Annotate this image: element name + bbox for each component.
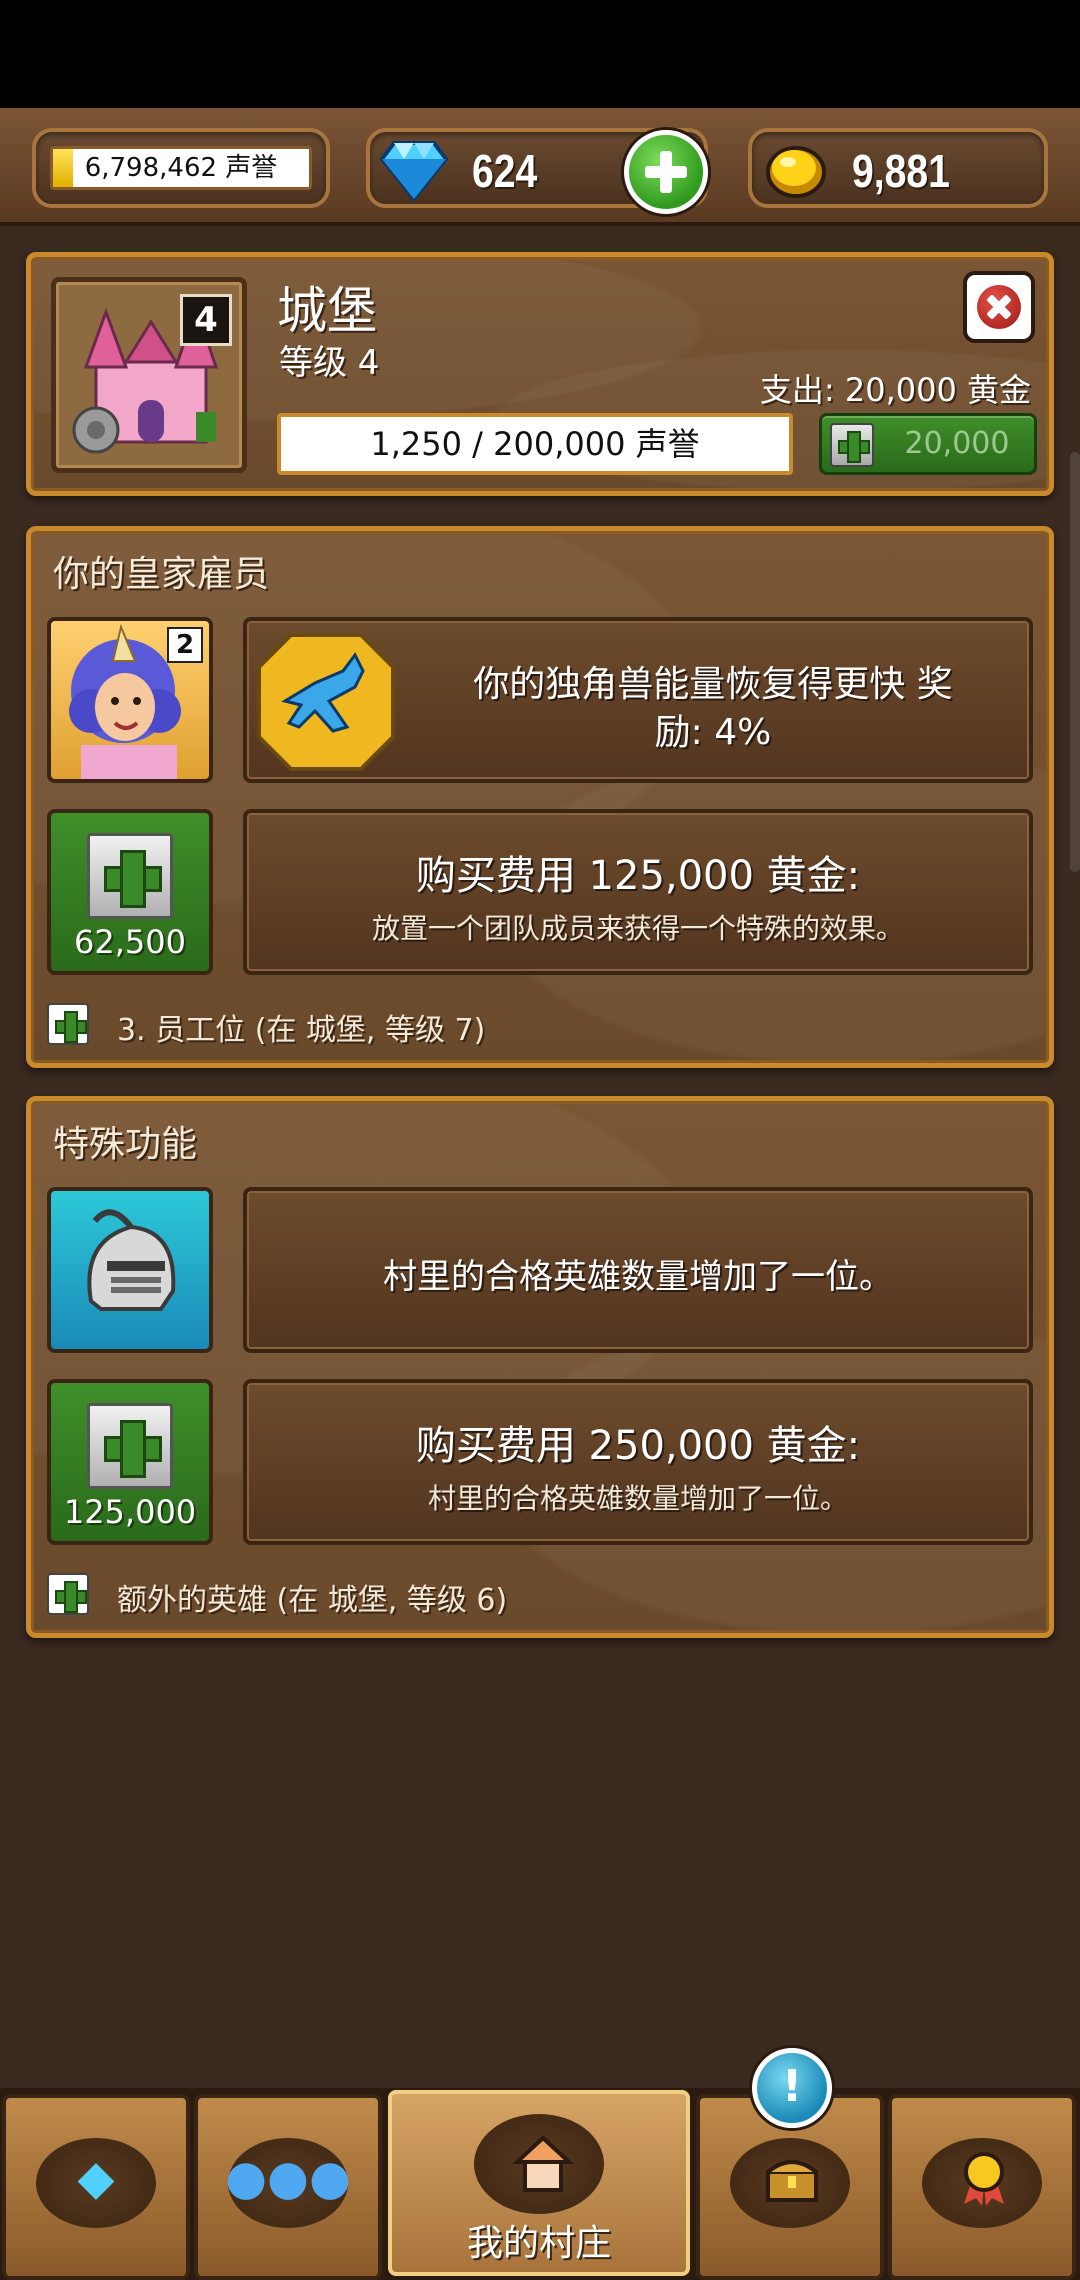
reputation-progress: 1,250 / 200,000 声誉 bbox=[277, 413, 793, 475]
gold-count: 9,881 bbox=[852, 145, 950, 197]
buy-gems-button[interactable] bbox=[624, 130, 708, 214]
bottom-nav: ◆ ●●● 我的村庄 bbox=[0, 2088, 1080, 2280]
gold-counter[interactable]: 9,881 bbox=[748, 128, 1048, 208]
staff-slot-hero[interactable]: 2 bbox=[47, 617, 213, 783]
staff-panel: 你的皇家雇员 2 你的独角兽能量恢复得更快 奖 励: 4% 62,500 购买费… bbox=[26, 526, 1054, 1068]
close-button[interactable] bbox=[963, 271, 1035, 343]
building-level: 等级 4 bbox=[279, 343, 380, 383]
buy-hero-desc: 村里的合格英雄数量增加了一位。 bbox=[427, 1482, 848, 1515]
reputation-meter: 6,798,462 声誉 bbox=[50, 146, 312, 190]
bonus-text-line2: 励: 4% bbox=[654, 712, 772, 753]
staff-footer-text: 3. 员工位 (在 城堡, 等级 7) bbox=[117, 1013, 486, 1048]
castle-thumbnail[interactable]: 4 bbox=[51, 277, 247, 473]
nav-label: 我的村庄 bbox=[466, 2223, 611, 2264]
nav-gems[interactable]: ◆ bbox=[2, 2094, 190, 2280]
notification-button[interactable]: ! bbox=[752, 2048, 832, 2128]
special-footer-text: 额外的英雄 (在 城堡, 等级 6) bbox=[117, 1583, 508, 1618]
extra-hero-price: 125,000 bbox=[63, 1493, 197, 1531]
level-badge: 4 bbox=[180, 294, 232, 346]
people-icon: ●●● bbox=[225, 2150, 351, 2206]
buy-extra-hero-button[interactable]: 125,000 bbox=[47, 1379, 213, 1545]
buy-staff-desc: 放置一个团队成员来获得一个特殊的效果。 bbox=[371, 912, 904, 945]
reputation-counter[interactable]: 6,798,462 声誉 bbox=[32, 128, 330, 208]
plus-icon bbox=[47, 1003, 89, 1045]
bonus-text-line1: 你的独角兽能量恢复得更快 奖 bbox=[473, 664, 953, 705]
gem-counter[interactable]: 624 bbox=[366, 128, 708, 214]
plus-icon bbox=[47, 1573, 89, 1615]
section-title: 特殊功能 bbox=[53, 1124, 198, 1165]
plus-icon bbox=[87, 833, 173, 919]
hero-level-badge: 2 bbox=[167, 627, 203, 663]
scrollbar[interactable] bbox=[1070, 452, 1080, 872]
buy-extra-hero-card[interactable]: 购买费用 250,000 黄金: 村里的合格英雄数量增加了一位。 bbox=[243, 1379, 1033, 1545]
buy-hero-title: 购买费用 250,000 黄金: bbox=[415, 1423, 861, 1469]
status-bar bbox=[0, 0, 1080, 108]
nav-heroes[interactable]: ●●● bbox=[194, 2094, 382, 2280]
resource-bar: 6,798,462 声誉 624 9,881 bbox=[0, 108, 1080, 226]
house-icon bbox=[513, 2135, 573, 2192]
building-panel: 4 城堡 等级 4 支出: 20,000 黄金 1,250 / 200,000 … bbox=[26, 252, 1054, 496]
nav-achievements[interactable] bbox=[888, 2094, 1076, 2280]
buy-staff-card[interactable]: 购买费用 125,000 黄金: 放置一个团队成员来获得一个特殊的效果。 bbox=[243, 809, 1033, 975]
diamond-icon bbox=[380, 141, 448, 203]
buy-staff-slot-button[interactable]: 62,500 bbox=[47, 809, 213, 975]
reputation-text: 6,798,462 声誉 bbox=[84, 153, 278, 183]
building-name: 城堡 bbox=[277, 282, 377, 340]
staff-bonus-card: 你的独角兽能量恢复得更快 奖 励: 4% bbox=[243, 617, 1033, 783]
section-title: 你的皇家雇员 bbox=[53, 554, 270, 595]
feature-slot bbox=[47, 1187, 213, 1353]
staff-slot-price: 62,500 bbox=[74, 923, 186, 961]
upgrade-price: 20,000 bbox=[904, 426, 1010, 461]
knight-helmet-icon bbox=[87, 1209, 176, 1311]
plus-icon bbox=[830, 423, 874, 467]
plus-icon bbox=[87, 1403, 173, 1489]
chest-icon bbox=[766, 2160, 818, 2202]
gem-count: 624 bbox=[472, 145, 538, 197]
medal-icon bbox=[964, 2152, 1004, 2206]
close-icon bbox=[977, 285, 1021, 329]
nav-my-village[interactable]: 我的村庄 bbox=[388, 2090, 690, 2276]
special-panel: 特殊功能 村里的合格英雄数量增加了一位。 125,000 购买费用 250,00… bbox=[26, 1096, 1054, 1638]
upgrade-button[interactable]: 20,000 bbox=[819, 413, 1037, 475]
gem-icon: ◆ bbox=[77, 2150, 115, 2206]
feature-card: 村里的合格英雄数量增加了一位。 bbox=[243, 1187, 1033, 1353]
gold-coin-icon bbox=[766, 146, 826, 198]
upgrade-cost-text: 支出: 20,000 黄金 bbox=[759, 371, 1031, 409]
buy-staff-title: 购买费用 125,000 黄金: bbox=[415, 853, 861, 899]
feature-text: 村里的合格英雄数量增加了一位。 bbox=[383, 1257, 893, 1297]
